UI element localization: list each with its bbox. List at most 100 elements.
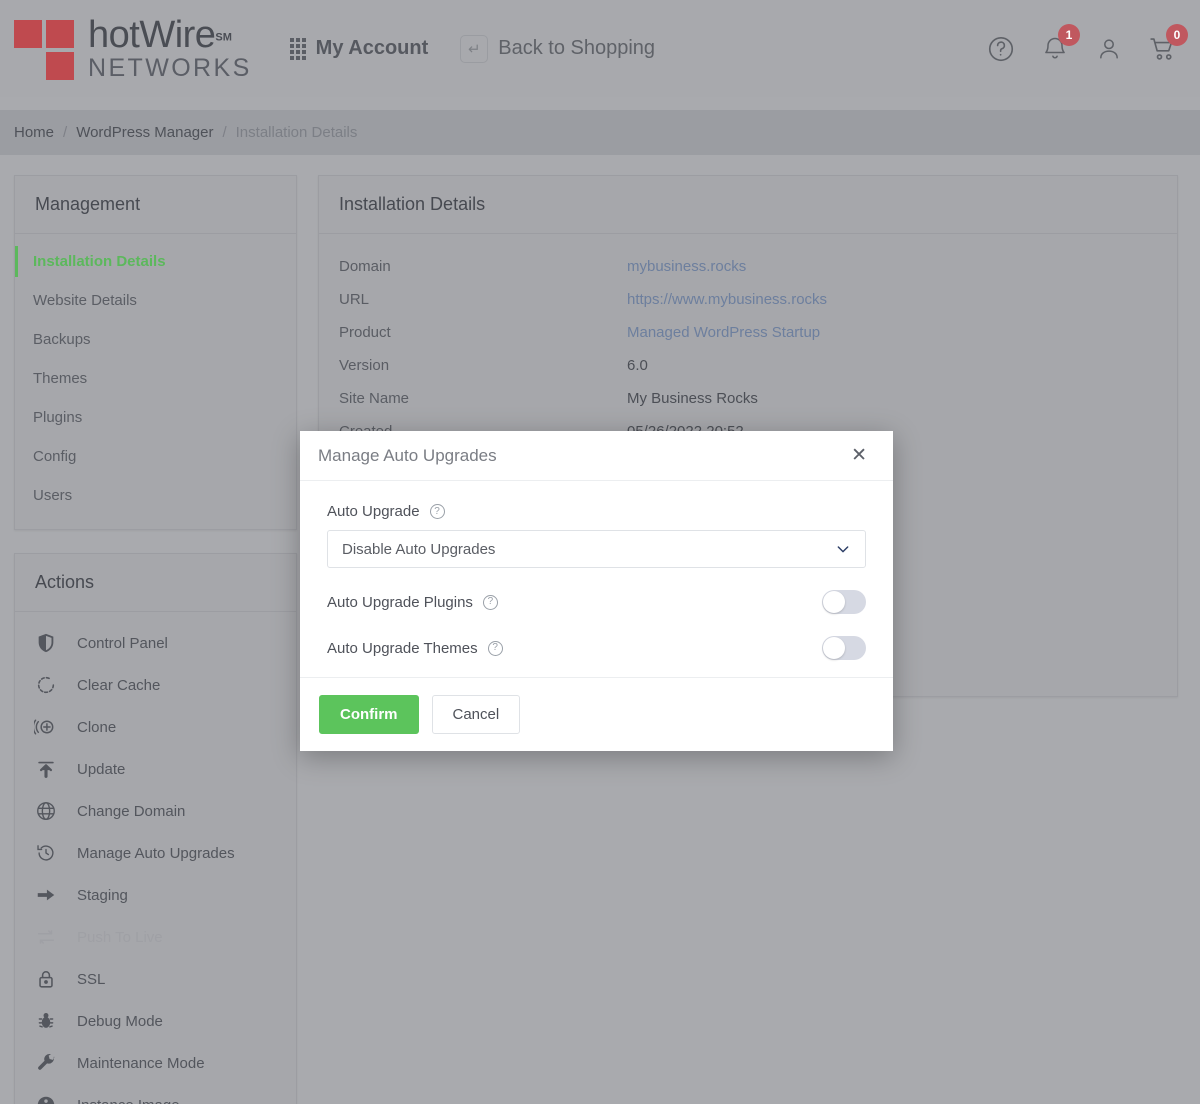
- sidebar-item-config[interactable]: Config: [15, 437, 296, 476]
- detail-label: Domain: [339, 258, 391, 275]
- auto-upgrade-select[interactable]: Disable Auto Upgrades: [327, 530, 866, 568]
- auto-upgrade-plugins-toggle[interactable]: [822, 590, 866, 614]
- header-actions: 1 0: [984, 23, 1188, 66]
- dialog-header: Manage Auto Upgrades ✕: [300, 431, 893, 481]
- film-reel-icon: [33, 1092, 59, 1104]
- action-clear-cache[interactable]: Clear Cache: [15, 664, 296, 706]
- action-ssl[interactable]: SSL: [15, 958, 296, 1000]
- help-circle-icon[interactable]: [984, 32, 1018, 66]
- header-nav: My Account ↵ Back to Shopping: [289, 34, 655, 63]
- sidebar-item-label: Config: [33, 448, 77, 465]
- action-maintenance-mode[interactable]: Maintenance Mode: [15, 1042, 296, 1084]
- top-header: hotWireSM NETWORKS My Account ↵ Back to …: [0, 0, 1200, 97]
- actions-panel-title: Actions: [15, 554, 296, 612]
- actions-item-list: Control Panel Clear Cache Clone Update C…: [15, 612, 296, 1104]
- user-account-icon[interactable]: [1092, 32, 1126, 66]
- shield-icon: [33, 630, 59, 656]
- sidebar-item-label: Themes: [33, 370, 88, 387]
- breadcrumb-home[interactable]: Home: [14, 124, 54, 141]
- action-label: Change Domain: [77, 802, 186, 820]
- detail-row-product: Product Managed WordPress Startup: [339, 316, 1157, 349]
- help-circle-icon[interactable]: ?: [487, 640, 503, 656]
- sidebar-item-label: Installation Details: [33, 253, 166, 270]
- breadcrumb: Home / WordPress Manager / Installation …: [0, 110, 1200, 155]
- page-title: Installation Details: [319, 176, 1177, 234]
- detail-row-version: Version 6.0: [339, 349, 1157, 382]
- auto-upgrade-themes-label: Auto Upgrade Themes ?: [327, 640, 503, 657]
- action-staging[interactable]: Staging: [15, 874, 296, 916]
- action-debug-mode[interactable]: Debug Mode: [15, 1000, 296, 1042]
- logo-squares-icon: [14, 16, 80, 82]
- wrench-icon: [33, 1050, 59, 1076]
- detail-value-domain[interactable]: mybusiness.rocks: [627, 258, 746, 275]
- shopping-cart-icon[interactable]: 0: [1146, 23, 1188, 66]
- page-root: hotWireSM NETWORKS My Account ↵ Back to …: [0, 0, 1200, 1104]
- action-label: Staging: [77, 886, 128, 904]
- sidebar-item-themes[interactable]: Themes: [15, 359, 296, 398]
- manage-auto-upgrades-dialog: Manage Auto Upgrades ✕ Auto Upgrade ? Di…: [300, 431, 893, 751]
- breadcrumb-current: Installation Details: [235, 124, 358, 141]
- enter-arrow-icon: ↵: [460, 34, 489, 63]
- auto-upgrade-plugins-label: Auto Upgrade Plugins ?: [327, 594, 498, 611]
- sidebar-item-backups[interactable]: Backups: [15, 320, 296, 359]
- auto-upgrade-label-text: Auto Upgrade: [327, 503, 420, 520]
- my-account-link[interactable]: My Account: [289, 37, 428, 60]
- detail-label: Version: [339, 357, 390, 374]
- detail-value-version: 6.0: [627, 357, 648, 374]
- help-circle-icon[interactable]: ?: [482, 594, 498, 610]
- breadcrumb-wordpress-manager[interactable]: WordPress Manager: [76, 124, 213, 141]
- swap-arrows-icon: [33, 924, 59, 950]
- sidebar-item-label: Users: [33, 487, 73, 504]
- auto-upgrade-selected-value: Disable Auto Upgrades: [342, 540, 496, 558]
- help-glyph: ?: [434, 505, 440, 517]
- action-change-domain[interactable]: Change Domain: [15, 790, 296, 832]
- detail-value-product[interactable]: Managed WordPress Startup: [627, 324, 820, 341]
- action-push-to-live: Push To Live: [15, 916, 296, 958]
- action-label: Push To Live: [77, 928, 163, 946]
- auto-upgrade-plugins-row: Auto Upgrade Plugins ?: [327, 590, 866, 614]
- arrow-right-icon: [33, 882, 59, 908]
- cancel-button[interactable]: Cancel: [431, 695, 521, 734]
- breadcrumb-separator: /: [63, 124, 68, 141]
- action-label: Clear Cache: [77, 676, 161, 694]
- dialog-title: Manage Auto Upgrades: [318, 445, 497, 465]
- action-clone[interactable]: Clone: [15, 706, 296, 748]
- globe-icon: [33, 798, 59, 824]
- logo-wordmark-bottom: NETWORKS: [88, 54, 252, 82]
- back-to-shopping-link[interactable]: ↵ Back to Shopping: [460, 34, 655, 63]
- confirm-button[interactable]: Confirm: [319, 695, 419, 734]
- auto-upgrade-field-label: Auto Upgrade ?: [327, 503, 866, 520]
- action-update[interactable]: Update: [15, 748, 296, 790]
- help-circle-icon[interactable]: ?: [429, 504, 445, 519]
- sidebar-item-plugins[interactable]: Plugins: [15, 398, 296, 437]
- cart-badge: 0: [1166, 23, 1188, 46]
- action-control-panel[interactable]: Control Panel: [15, 622, 296, 664]
- dialog-footer: Confirm Cancel: [300, 677, 893, 751]
- clone-plus-icon: [33, 714, 59, 740]
- auto-upgrade-themes-toggle[interactable]: [822, 636, 866, 660]
- notifications-bell-icon[interactable]: 1: [1038, 23, 1080, 66]
- sidebar-item-users[interactable]: Users: [15, 476, 296, 515]
- detail-row-domain: Domain mybusiness.rocks: [339, 250, 1157, 283]
- grid-icon: [289, 37, 306, 60]
- detail-row-site-name: Site Name My Business Rocks: [339, 382, 1157, 415]
- brand-logo[interactable]: hotWireSM NETWORKS: [14, 16, 252, 82]
- detail-label: Product: [339, 324, 391, 341]
- sidebar-item-label: Backups: [33, 331, 91, 348]
- close-icon[interactable]: ✕: [845, 442, 873, 469]
- lock-icon: [33, 966, 59, 992]
- action-label: SSL: [77, 970, 106, 988]
- detail-label: Site Name: [339, 390, 410, 407]
- action-manage-auto-upgrades[interactable]: Manage Auto Upgrades: [15, 832, 296, 874]
- detail-value-url[interactable]: https://www.mybusiness.rocks: [627, 291, 827, 308]
- action-label: Control Panel: [77, 634, 168, 652]
- detail-value-site-name: My Business Rocks: [627, 390, 758, 407]
- sidebar-item-installation-details[interactable]: Installation Details: [15, 242, 296, 281]
- auto-upgrade-plugins-label-text: Auto Upgrade Plugins: [327, 593, 473, 611]
- refresh-dashed-icon: [33, 672, 59, 698]
- management-item-list: Installation Details Website Details Bac…: [15, 234, 296, 529]
- auto-upgrade-themes-label-text: Auto Upgrade Themes: [327, 639, 478, 657]
- sidebar-item-website-details[interactable]: Website Details: [15, 281, 296, 320]
- upload-arrow-icon: [33, 756, 59, 782]
- action-instance-image[interactable]: Instance Image: [15, 1084, 296, 1104]
